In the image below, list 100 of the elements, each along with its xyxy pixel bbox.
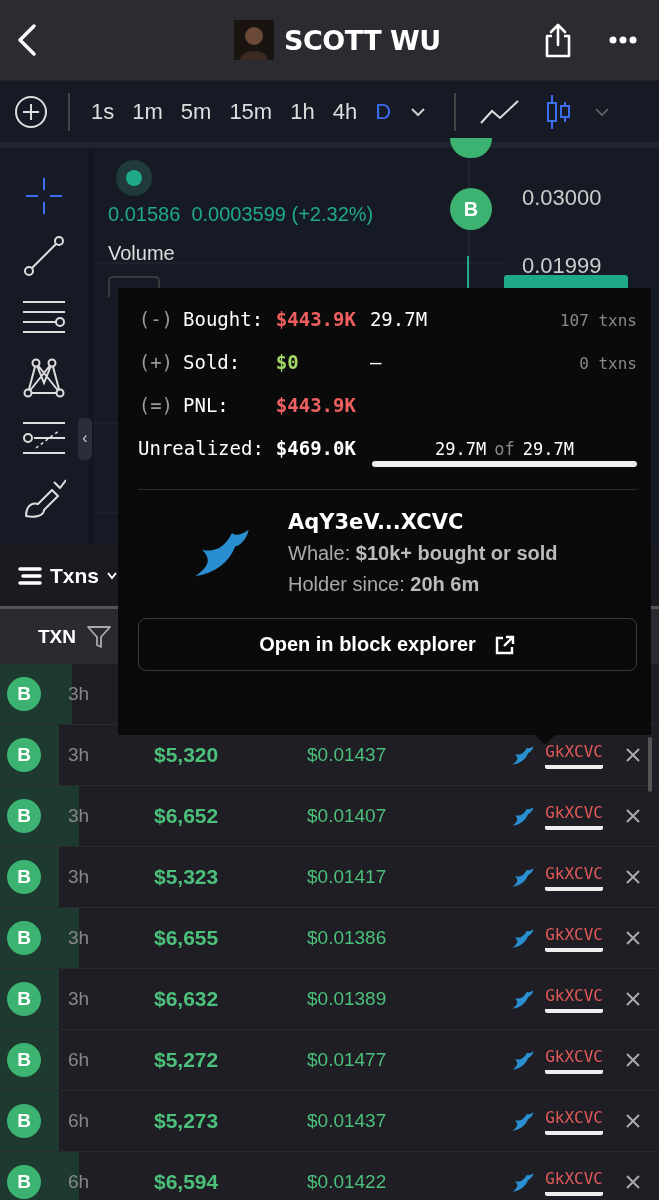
amount-cell-text: $5,320: [154, 743, 220, 767]
close-icon[interactable]: [625, 1113, 641, 1129]
time-cell-text: 3h: [68, 866, 91, 888]
buy-marker: B: [450, 188, 492, 230]
share-icon[interactable]: [543, 22, 573, 58]
brush-icon[interactable]: [22, 478, 66, 518]
time-cell-text: 3h: [68, 744, 91, 766]
sign-label: (-): [138, 308, 174, 330]
timeframe-tab[interactable]: 1h: [281, 98, 324, 125]
price-cell: $0.01477: [307, 1049, 387, 1071]
price-cell: $0.01417: [307, 866, 387, 888]
maker-link[interactable]: GkXCVC: [545, 1046, 603, 1074]
wallet-address: AqY3eV...XCVC: [288, 510, 465, 534]
amount-cell-text: $5,272: [154, 1048, 220, 1072]
holder-since: Holder since: 20h 6m: [288, 573, 481, 596]
crosshair-icon[interactable]: [24, 176, 64, 216]
sign-label: (=): [138, 394, 174, 416]
close-icon[interactable]: [625, 930, 641, 946]
maker-link[interactable]: GkXCVC: [545, 1168, 603, 1196]
whale-tail-icon: [511, 1111, 536, 1131]
more-icon[interactable]: [609, 36, 637, 44]
price-label: 0.03000: [522, 185, 602, 211]
stat-value: $469.0K: [274, 437, 356, 459]
token-amount: 29.7M: [368, 308, 429, 330]
amount-cell-text: $6,655: [154, 926, 220, 950]
stat-value: $443.9K: [274, 308, 356, 330]
volume-label: Volume: [108, 242, 175, 265]
time-cell-text: 6h: [68, 1171, 91, 1193]
column-header[interactable]: TXN: [38, 625, 76, 648]
chevron-down-icon: [107, 571, 117, 580]
timeframe-tab[interactable]: 5m: [171, 98, 221, 125]
close-icon[interactable]: [625, 1174, 641, 1190]
chevron-down-icon[interactable]: [410, 106, 427, 117]
stat-label: Bought:: [182, 308, 264, 330]
list-icon: [18, 565, 42, 586]
close-icon[interactable]: [625, 1052, 641, 1068]
price-label: 0.01999: [522, 253, 602, 279]
stat-label: PNL:: [182, 394, 230, 416]
timeframe-tab[interactable]: D: [366, 98, 401, 125]
buy-marker: [450, 138, 492, 158]
avatar: [234, 20, 274, 60]
price-cell: $0.01389: [307, 988, 387, 1010]
whale-label: Whale: $10k+ bought or sold: [288, 542, 558, 565]
txns-dropdown[interactable]: Txns: [50, 563, 99, 588]
sign-label: (+): [138, 351, 174, 373]
amount-cell-text: $6,632: [154, 987, 220, 1011]
token-amount: –: [368, 351, 383, 373]
token-amount: 29.7M: [522, 439, 574, 459]
amount-cell-text: $5,323: [154, 865, 220, 889]
stat-value: $443.9K: [274, 394, 356, 416]
of-label: of: [494, 439, 515, 459]
amount-cell-text: $6,652: [154, 804, 220, 828]
time-cell-text: 3h: [68, 927, 91, 949]
stat-value: $0: [274, 351, 300, 373]
whale-tail-icon: [511, 745, 536, 765]
whale-tail-icon: [511, 989, 536, 1009]
maker-link[interactable]: GkXCVC: [545, 924, 603, 952]
whale-tail-icon: [511, 1172, 536, 1192]
close-icon[interactable]: [625, 991, 641, 1007]
collapse-tab[interactable]: ‹: [78, 418, 92, 460]
stat-label: Sold:: [182, 351, 242, 373]
time-cell-text: 3h: [68, 988, 91, 1010]
candlestick-icon[interactable]: [544, 93, 573, 130]
panel-outline-icon: [108, 276, 160, 297]
line-chart-icon[interactable]: [480, 98, 521, 125]
timeframe-tab[interactable]: 1s: [82, 98, 124, 125]
time-cell-text: 3h: [68, 683, 91, 705]
close-icon[interactable]: [625, 808, 641, 824]
maker-link[interactable]: GkXCVC: [545, 863, 603, 891]
price-cell: $0.01407: [307, 805, 387, 827]
time-cell-text: 6h: [68, 1049, 91, 1071]
whale-tail-icon: [511, 867, 536, 887]
filter-icon[interactable]: [86, 624, 112, 649]
timeframe-tab[interactable]: 4h: [323, 98, 367, 125]
maker-link[interactable]: GkXCVC: [545, 1107, 603, 1135]
maker-link[interactable]: GkXCVC: [545, 802, 603, 830]
txn-count: 0 txns: [578, 354, 637, 373]
external-link-icon: [493, 633, 516, 656]
close-icon[interactable]: [625, 747, 641, 763]
token-amount: 29.7M: [435, 439, 487, 459]
maker-link[interactable]: GkXCVC: [545, 985, 603, 1013]
price-cell: $0.01386: [307, 927, 387, 949]
price-cell: $0.01437: [307, 1110, 387, 1132]
whale-tail-icon: [511, 806, 536, 826]
price-cell: $0.01437: [307, 744, 387, 766]
block-explorer-button[interactable]: Open in block explorer: [138, 618, 637, 671]
close-icon[interactable]: [625, 869, 641, 885]
price-cell: $0.01422: [307, 1171, 387, 1193]
time-cell-text: 3h: [68, 805, 91, 827]
stat-label: Unrealized:: [138, 437, 264, 459]
time-cell-text: 6h: [68, 1110, 91, 1132]
scrollbar[interactable]: [648, 737, 652, 792]
pattern-icon[interactable]: [23, 356, 65, 398]
trend-line-icon[interactable]: [24, 236, 64, 276]
whale-tail-icon: [511, 928, 536, 948]
add-icon[interactable]: [14, 94, 48, 129]
timeframe-tab[interactable]: 15m: [220, 98, 282, 125]
amount-cell-text: $6,594: [154, 1170, 220, 1194]
timeframe-tab[interactable]: 1m: [123, 98, 172, 125]
whale-tail-icon: [511, 1050, 536, 1070]
